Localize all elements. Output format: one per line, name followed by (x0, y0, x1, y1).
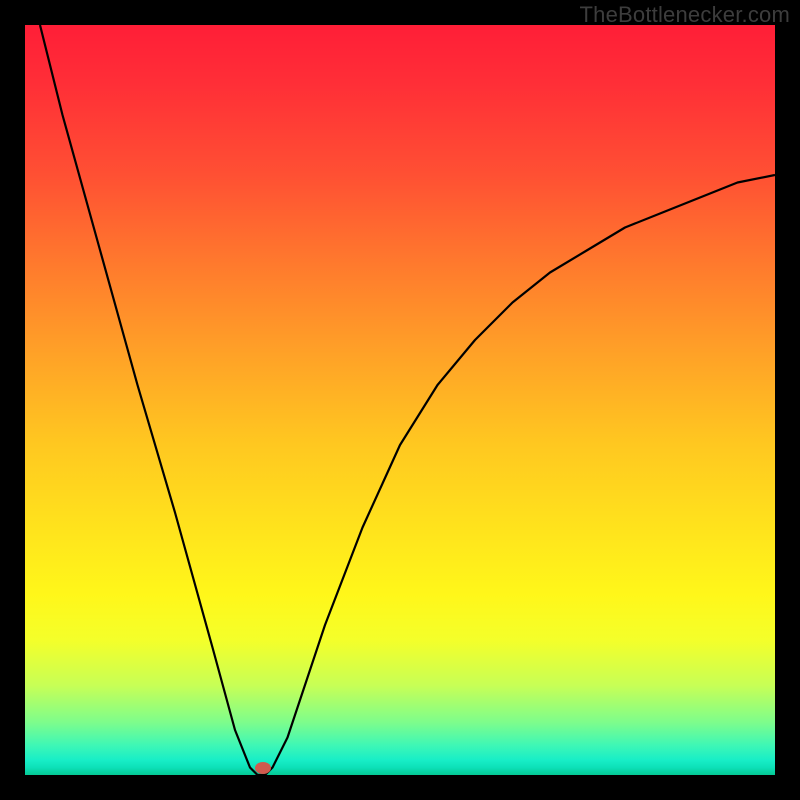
curve-svg (25, 25, 775, 775)
bottleneck-curve-path (40, 25, 775, 775)
chart-frame: TheBottlenecker.com (0, 0, 800, 800)
plot-area (25, 25, 775, 775)
watermark-text: TheBottlenecker.com (580, 2, 790, 28)
optimal-point-marker (255, 762, 271, 774)
